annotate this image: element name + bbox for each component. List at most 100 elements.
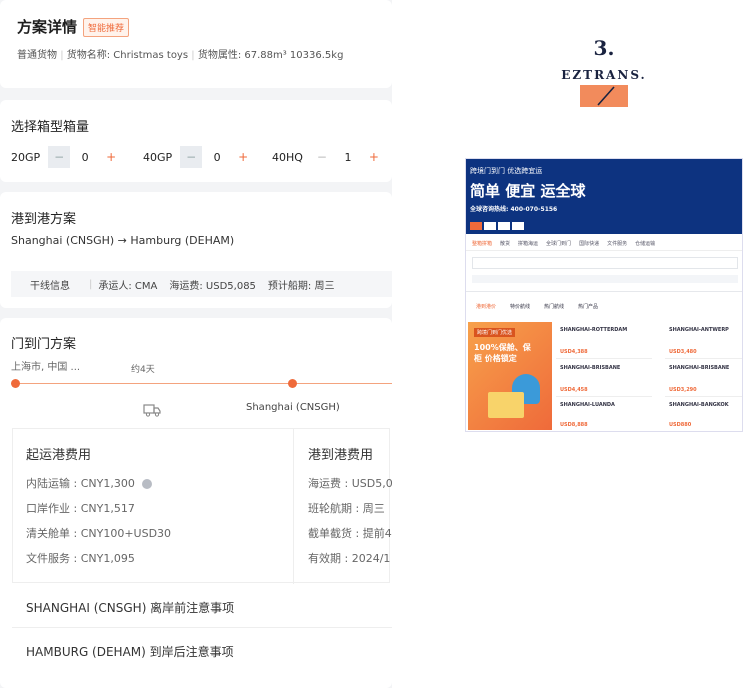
site-tab[interactable]: 拼箱海运 [518, 240, 538, 247]
mainline-info-bar: 干线信息 | 承运人: CMA 海运费: USD5,085 预计船期: 周三 [11, 271, 392, 297]
route-price: USD880 [669, 422, 692, 428]
fee-document: 文件服务 : CNY1,095 [26, 552, 135, 565]
site-tab[interactable]: 国际快递 [579, 240, 599, 247]
origin-address: 上海市, 中国 ... [11, 362, 81, 373]
smart-recommend-tag: 智能推荐 [83, 18, 130, 37]
route-name: SHANGHAI-BRISBANE [669, 365, 730, 371]
increment-20gp-button[interactable]: + [100, 146, 122, 168]
container-select-card: 选择箱型箱量 [0, 100, 392, 182]
site-tab[interactable]: 文件服务 [607, 240, 627, 247]
departure-notes-label: SHANGHAI (CNSGH) 离岸前注意事项 [26, 601, 235, 615]
stepper-40hq: 40HQ − 1 + [272, 145, 385, 169]
transit-duration: 约4天 [131, 365, 155, 375]
site-tabs: 整箱拼箱 散货 拼箱海运 全球门到门 国际快递 文件服务 仓储运输 [466, 237, 742, 251]
cargo-attributes: 货物属性: 67.88m³ 10336.5kg [197, 50, 344, 61]
route-price: USD4,458 [560, 387, 588, 393]
route-name: SHANGHAI-BANGKOK [669, 402, 729, 408]
decrement-40gp-button[interactable]: − [180, 146, 203, 168]
plan-detail-panel: 方案详情 智能推荐 普通货物 | 货物名称: Christmas toys | 货… [0, 0, 392, 688]
logo-mark [580, 85, 628, 107]
route-card[interactable]: SHANGHAI-ANTWERP USD3,480 [665, 324, 742, 359]
promo-box-illustration [488, 392, 524, 418]
banner-pill[interactable] [470, 222, 482, 230]
quantity-40gp[interactable]: 0 [202, 151, 232, 164]
site-tab[interactable]: 仓储运输 [635, 240, 655, 247]
banner-pill[interactable] [484, 222, 496, 230]
route-card[interactable]: SHANGHAI-LUANDA USD8,888 [556, 399, 652, 431]
fee-sailing: 班轮航期 : 周三 [308, 502, 385, 515]
section-tabs: 港到港价 特价航线 热门航线 热门产品 [476, 303, 598, 310]
section-tab[interactable]: 热门航线 [544, 303, 564, 310]
fee-customs: 清关舱单 : CNY100+USD30 [26, 527, 172, 540]
port-plan-title: 港到港方案 [11, 212, 77, 227]
truck-icon [143, 402, 161, 417]
site-search-bar[interactable] [472, 257, 738, 269]
fee-port-operation: 口岸作业 : CNY1,517 [26, 502, 135, 515]
route-name: SHANGHAI-ROTTERDAM [560, 327, 628, 333]
quantity-40hq[interactable]: 1 [333, 151, 363, 164]
plan-summary-card: 方案详情 智能推荐 普通货物 | 货物名称: Christmas toys | 货… [0, 0, 392, 88]
route-name: SHANGHAI-ANTWERP [669, 327, 729, 333]
site-notice-bar [472, 275, 738, 283]
fee-inland-transport: 内陆运输 : CNY1,300 [26, 475, 153, 491]
cargo-name: 货物名称: Christmas toys [66, 50, 189, 61]
decrement-40hq-button[interactable]: − [310, 146, 333, 168]
plan-title: 方案详情 智能推荐 [17, 16, 130, 37]
promo-badge: 跨境门到门优选 [474, 328, 516, 337]
route-name: SHANGHAI-LUANDA [560, 402, 615, 408]
stepper-20gp-label: 20GP [11, 150, 41, 164]
section-tab[interactable]: 港到港价 [476, 303, 496, 310]
port-plan-card: 港到港方案 Shanghai (CNSGH) → Hamburg (DEHAM)… [0, 192, 392, 308]
site-slogan: 简单 便宜 运全球 [470, 182, 586, 200]
freight-info: 海运费: USD5,085 [169, 280, 256, 292]
increment-40hq-button[interactable]: + [363, 146, 385, 168]
decrement-20gp-button[interactable]: − [48, 146, 71, 168]
site-tab[interactable]: 散货 [500, 240, 510, 247]
plan-title-text: 方案详情 [17, 18, 78, 36]
departure-notes[interactable]: SHANGHAI (CNSGH) 离岸前注意事项 [12, 586, 392, 628]
carrier-info: 承运人: CMA [98, 280, 158, 292]
stepper-20gp: 20GP − 0 + [11, 145, 122, 169]
site-tab[interactable]: 全球门到门 [546, 240, 571, 247]
section-tab[interactable]: 特价航线 [510, 303, 530, 310]
banner-pill[interactable] [512, 222, 524, 230]
tab-mainline-info[interactable]: 干线信息 [11, 277, 89, 292]
route-price: USD3,290 [669, 387, 697, 393]
route-price: USD4,388 [560, 349, 588, 355]
banner-pills [470, 222, 550, 230]
arrival-notes-label: HAMBURG (DEHAM) 到岸后注意事项 [26, 645, 234, 659]
site-tab[interactable]: 整箱拼箱 [472, 240, 492, 247]
fee-inland-text: 内陆运输 : CNY1,300 [26, 477, 135, 490]
route-card[interactable]: SHANGHAI-BRISBANE USD3,290 [665, 362, 742, 397]
fee-ocean-freight: 海运费 : USD5,0 [308, 477, 392, 490]
logo-number: 3. [593, 36, 615, 60]
quantity-20gp[interactable]: 0 [70, 151, 100, 164]
origin-fees-title: 起运港费用 [26, 448, 92, 463]
stepper-40gp-label: 40GP [143, 150, 173, 164]
container-title: 选择箱型箱量 [11, 120, 90, 135]
section-tab[interactable]: 热门产品 [578, 303, 598, 310]
route-card[interactable]: SHANGHAI-ROTTERDAM USD4,388 [556, 324, 652, 359]
port-route: Shanghai (CNSGH) → Hamburg (DEHAM) [11, 234, 235, 247]
route-card[interactable]: SHANGHAI-BRISBANE USD4,458 [556, 362, 652, 397]
route-price: USD3,480 [669, 349, 697, 355]
cargo-type: 普通货物 [17, 50, 57, 61]
fee-cutoff: 截单截货 : 提前4天 [308, 527, 392, 540]
route-price: USD8,888 [560, 422, 588, 428]
site-banner: 跨境门到门 优选跨宜运 简单 便宜 运全球 全球咨询热线: 400-070-51… [466, 159, 742, 234]
site-hotline: 全球咨询热线: 400-070-5156 [470, 206, 558, 213]
cargo-summary: 普通货物 | 货物名称: Christmas toys | 货物属性: 67.8… [17, 50, 344, 61]
increment-40gp-button[interactable]: + [232, 146, 254, 168]
route-card[interactable]: SHANGHAI-BANGKOK USD880 [665, 399, 742, 431]
timeline-line [16, 383, 392, 384]
arrival-notes[interactable]: HAMBURG (DEHAM) 到岸后注意事项 [12, 630, 392, 672]
fee-validity: 有效期 : 2024/1 [308, 552, 391, 565]
banner-pill[interactable] [498, 222, 510, 230]
info-icon[interactable] [142, 479, 153, 489]
timeline-port-dot [288, 379, 297, 388]
door-plan-title: 门到门方案 [11, 337, 77, 352]
timeline-start-dot [11, 379, 20, 388]
eztrans-logo: 3. EZTRANS. [548, 36, 660, 107]
promo-text: 100%保舱、保柜 价格锁定 [474, 343, 531, 363]
promo-panel[interactable]: 跨境门到门优选 100%保舱、保柜 价格锁定 [468, 322, 552, 430]
